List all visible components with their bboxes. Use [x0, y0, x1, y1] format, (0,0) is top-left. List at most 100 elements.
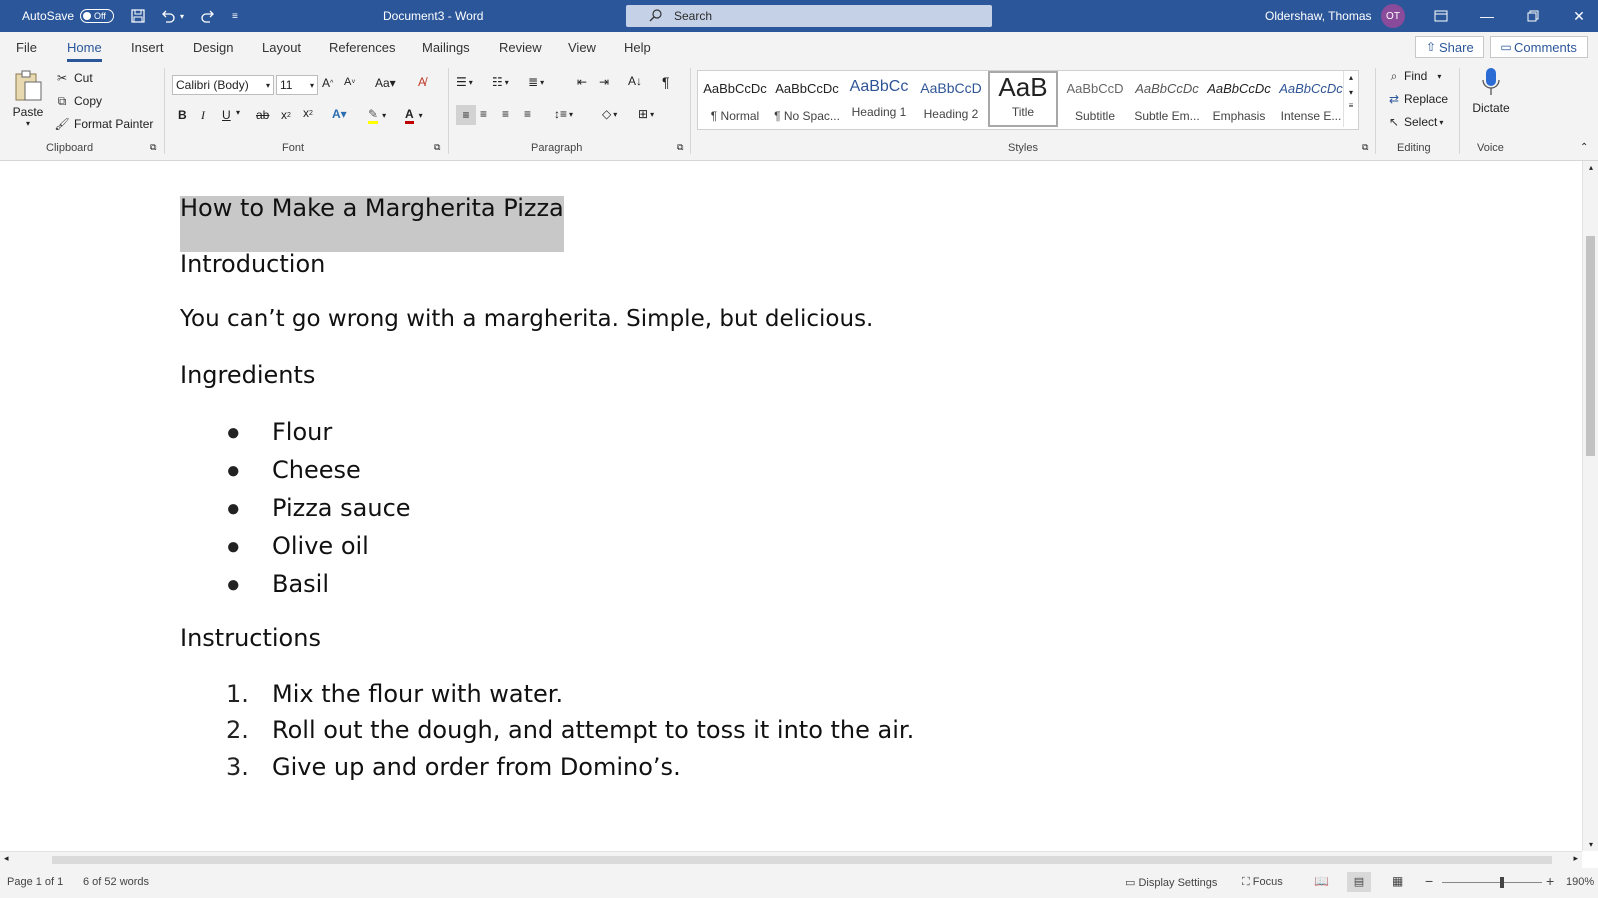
close-icon[interactable]: ✕ [1556, 0, 1598, 32]
document-title[interactable]: How to Make a Margherita Pizza [180, 194, 564, 222]
zoom-in-icon[interactable]: + [1546, 873, 1554, 889]
tab-insert[interactable]: Insert [131, 40, 164, 55]
styles-launcher-icon[interactable]: ⧉ [1362, 142, 1368, 153]
list-item[interactable]: Basil [272, 570, 329, 598]
font-launcher-icon[interactable]: ⧉ [434, 142, 440, 153]
autosave-toggle[interactable]: Off [80, 9, 115, 23]
save-icon[interactable] [130, 0, 146, 32]
autosave[interactable]: AutoSave Off [22, 0, 115, 32]
tab-review[interactable]: Review [499, 40, 542, 55]
page-count[interactable]: Page 1 of 1 [7, 876, 63, 888]
zoom-out-icon[interactable]: − [1425, 873, 1433, 889]
justify-icon[interactable]: ≡ [524, 107, 531, 121]
grow-font-icon[interactable]: A ^ [322, 76, 333, 90]
tab-mailings[interactable]: Mailings [422, 40, 470, 55]
style-no-spacing[interactable]: AaBbCcDc ¶ No Spac... [772, 71, 842, 127]
undo-dropdown-icon[interactable]: ▾ [180, 0, 184, 32]
show-formatting-icon[interactable]: ¶ [662, 74, 670, 90]
italic-icon[interactable]: I [201, 108, 205, 123]
comments-button[interactable]: ▭ Comments [1490, 36, 1588, 58]
line-spacing-icon[interactable]: ↕≡ ▾ [554, 107, 573, 121]
more-styles-icon[interactable]: ≡ [1344, 101, 1358, 110]
list-item[interactable]: Cheese [272, 456, 361, 484]
share-button[interactable]: ⇧ Share [1415, 36, 1484, 58]
bullets-icon[interactable]: ☰ ▾ [456, 75, 473, 89]
style-normal[interactable]: AaBbCcDc ¶ Normal [700, 71, 770, 127]
restore-icon[interactable] [1510, 0, 1556, 32]
tab-references[interactable]: References [329, 40, 395, 55]
style-subtle-emphasis[interactable]: AaBbCcDc Subtle Em... [1132, 71, 1202, 127]
read-mode-icon[interactable]: 📖 [1314, 874, 1329, 888]
word-count[interactable]: 6 of 52 words [83, 876, 149, 888]
tab-help[interactable]: Help [624, 40, 651, 55]
change-case-icon[interactable]: Aa▾ [375, 76, 396, 90]
heading-introduction[interactable]: Introduction [180, 250, 325, 278]
list-item[interactable]: Mix the flour with water. [272, 680, 563, 708]
align-right-icon[interactable]: ≡ [502, 107, 509, 121]
style-heading-1[interactable]: AaBbCc Heading 1 [844, 71, 914, 127]
subscript-icon[interactable]: x2 [281, 108, 291, 122]
scroll-down-icon[interactable]: ▾ [1583, 840, 1598, 849]
underline-dropdown-icon[interactable]: ▾ [236, 108, 240, 117]
scroll-thumb[interactable] [1586, 236, 1595, 456]
user-avatar[interactable]: OT [1381, 0, 1405, 32]
tab-layout[interactable]: Layout [262, 40, 301, 55]
focus-button[interactable]: ⛶ Focus [1242, 876, 1283, 889]
dictate-button[interactable]: Dictate [1465, 66, 1517, 115]
paste-button[interactable]: Paste ▾ [10, 68, 46, 134]
style-subtitle[interactable]: AaBbCcD Subtitle [1060, 71, 1130, 127]
undo-icon[interactable] [160, 0, 176, 32]
multilevel-list-icon[interactable]: ≣ ▾ [528, 75, 544, 89]
borders-icon[interactable]: ⊞ ▾ [638, 107, 654, 121]
font-name-combo[interactable]: Calibri (Body) ▾ [172, 75, 274, 95]
replace-button[interactable]: ⇄ Replace [1386, 91, 1448, 107]
sort-icon[interactable]: A↓ [628, 74, 642, 88]
heading-ingredients[interactable]: Ingredients [180, 361, 315, 389]
zoom-slider[interactable] [1442, 882, 1542, 883]
chevron-down-icon[interactable]: ▾ [1344, 88, 1358, 97]
web-layout-icon[interactable]: ▦ [1392, 874, 1403, 888]
font-size-combo[interactable]: 11 ▾ [276, 75, 318, 95]
font-color-icon[interactable]: A ▾ [405, 107, 423, 124]
tab-file[interactable]: File [16, 40, 37, 55]
print-layout-icon[interactable]: ▤ [1347, 872, 1371, 892]
customize-toolbar-icon[interactable]: ≡ [232, 0, 238, 32]
list-item[interactable]: Olive oil [272, 532, 369, 560]
text-effects-icon[interactable]: A▾ [332, 107, 347, 121]
list-item[interactable]: Pizza sauce [272, 494, 411, 522]
ribbon-display-options-icon[interactable] [1418, 0, 1464, 32]
shrink-font-icon[interactable]: A ˅ [344, 76, 355, 88]
copy-button[interactable]: ⧉ Copy [54, 93, 102, 109]
redo-icon[interactable] [200, 0, 216, 32]
scroll-thumb[interactable] [52, 856, 1552, 864]
decrease-indent-icon[interactable]: ⇤ [577, 75, 587, 89]
strikethrough-icon[interactable]: ab [256, 108, 269, 122]
align-center-icon[interactable]: ≡ [480, 107, 487, 121]
tab-view[interactable]: View [568, 40, 596, 55]
cut-button[interactable]: ✂ Cut [54, 70, 93, 86]
tab-home[interactable]: Home [67, 40, 102, 62]
clear-formatting-icon[interactable]: A̸ [418, 75, 426, 89]
find-button[interactable]: ⌕ Find ▾ [1386, 68, 1442, 84]
style-intense-emphasis[interactable]: AaBbCcDc Intense E... [1276, 71, 1346, 127]
highlight-icon[interactable]: ✎ ▾ [368, 107, 386, 124]
clipboard-launcher-icon[interactable]: ⧉ [150, 142, 156, 153]
underline-icon[interactable]: U [222, 108, 231, 122]
numbering-icon[interactable]: ☷ ▾ [492, 75, 509, 89]
intro-paragraph[interactable]: You can’t go wrong with a margherita. Si… [180, 306, 873, 332]
search-box[interactable]: Search [626, 5, 992, 27]
scroll-left-icon[interactable]: ◂ [4, 853, 9, 864]
superscript-icon[interactable]: x2 [303, 106, 313, 120]
zoom-level[interactable]: 190% [1566, 876, 1594, 888]
style-heading-2[interactable]: AaBbCcD Heading 2 [916, 71, 986, 127]
shading-icon[interactable]: ◇ ▾ [602, 107, 617, 121]
list-item[interactable]: Give up and order from Domino’s. [272, 753, 681, 781]
display-settings-button[interactable]: ▭ Display Settings [1125, 876, 1217, 889]
increase-indent-icon[interactable]: ⇥ [599, 75, 609, 89]
bold-icon[interactable]: B [178, 108, 187, 122]
document-canvas[interactable]: How to Make a Margherita Pizza Introduct… [0, 161, 1582, 851]
minimize-icon[interactable]: — [1464, 0, 1510, 32]
align-left-icon[interactable]: ≡ [456, 105, 476, 125]
styles-scroll[interactable]: ▴ ▾ ≡ [1343, 71, 1358, 127]
paste-dropdown-icon[interactable]: ▾ [10, 119, 46, 128]
